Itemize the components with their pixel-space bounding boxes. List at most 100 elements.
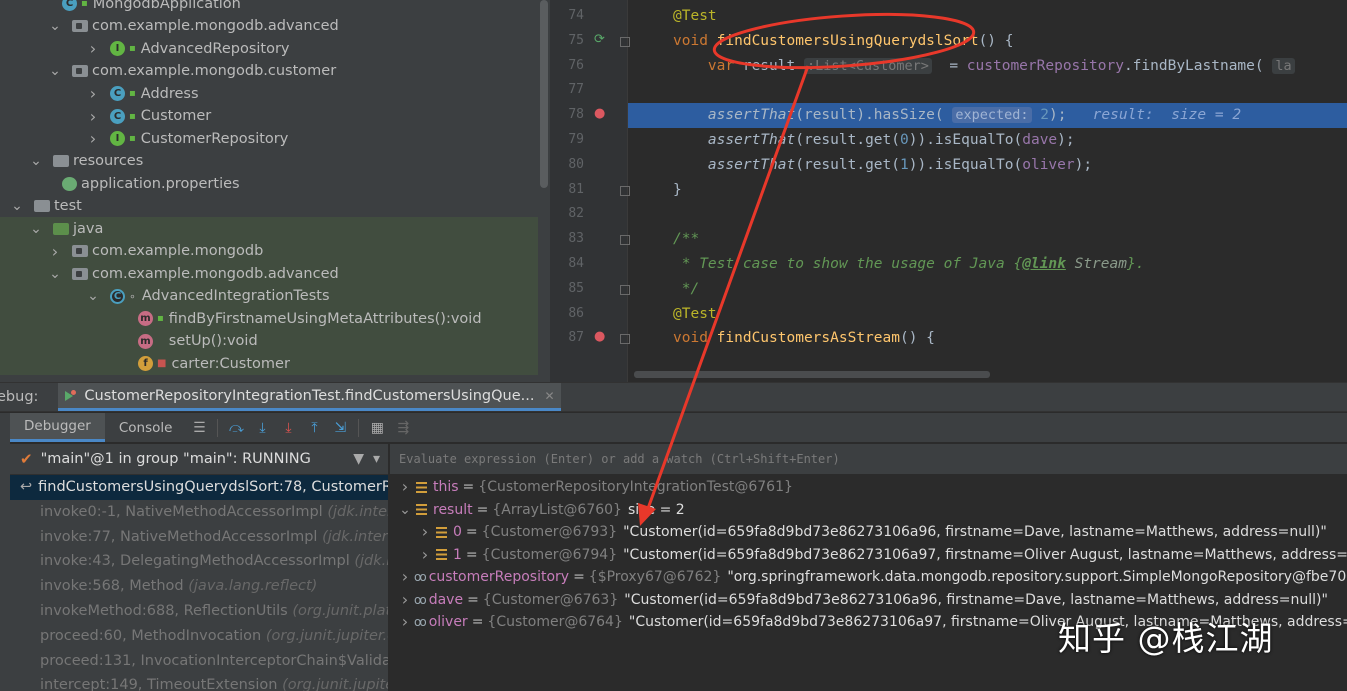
chevron-right-icon[interactable]: › xyxy=(86,84,100,103)
close-icon[interactable]: ✕ xyxy=(544,389,554,403)
line-number[interactable]: 83 xyxy=(550,227,584,252)
code-line[interactable] xyxy=(628,78,1347,103)
frame-item[interactable]: invoke0:-1, NativeMethodAccessorImpl (jd… xyxy=(10,500,388,525)
code-line[interactable]: * Test case to show the usage of Java {@… xyxy=(628,252,1347,277)
chevron-right-icon[interactable]: › xyxy=(48,242,62,261)
line-number[interactable]: 81 xyxy=(550,178,584,203)
tree-node[interactable]: ⌄ com.example.mongodb.advanced xyxy=(0,15,538,38)
frame-item[interactable]: intercept:149, TimeoutExtension (org.jun… xyxy=(10,673,388,691)
code-line[interactable] xyxy=(628,202,1347,227)
code-editor[interactable]: 74 75 76 77 78 79 80 81 82 83 84 85 86 87 ⟳ ● ● @Test voi… xyxy=(550,0,1347,382)
line-number[interactable]: 86 xyxy=(550,302,584,327)
tree-node[interactable]: ⌄ com.example.mongodb.customer xyxy=(0,60,538,83)
thread-selector[interactable]: ✔ "main"@1 in group "main": RUNNING ▼ ▾ xyxy=(10,444,388,475)
breakpoint-icon[interactable]: ● xyxy=(594,106,605,121)
force-step-into-icon[interactable]: ⤓ xyxy=(275,420,301,436)
tree-node[interactable]: ⌄ C ∘ AdvancedIntegrationTests xyxy=(0,284,538,308)
editor-horizontal-scrollbar[interactable] xyxy=(634,371,990,378)
chevron-down-icon[interactable]: ⌄ xyxy=(48,266,62,282)
code-line[interactable]: void findCustomersAsStream() { xyxy=(628,326,1347,351)
tree-node[interactable]: › C ▪ Customer xyxy=(0,105,538,128)
variable-row[interactable]: ⌄ result = {ArrayList@6760} size = 2 xyxy=(398,499,685,522)
code-line[interactable]: void findCustomersUsingQuerydslSort() { xyxy=(628,29,1347,54)
code-line[interactable]: var result :List<Customer> = customerRep… xyxy=(628,54,1347,79)
line-number[interactable]: 85 xyxy=(550,277,584,302)
line-number[interactable]: 75 xyxy=(550,29,584,54)
code-line[interactable]: } xyxy=(628,178,1347,203)
debug-session-tab[interactable]: CustomerRepositoryIntegrationTest.findCu… xyxy=(58,383,561,411)
code-line[interactable]: */ xyxy=(628,277,1347,302)
frame-item[interactable]: proceed:131, InvocationInterceptorChain$… xyxy=(10,649,388,674)
evaluate-table-icon[interactable]: ▦ xyxy=(364,420,390,436)
variable-row[interactable]: › 0 = {Customer@6793} "Customer(id=659fa8d9b… xyxy=(418,521,1327,544)
chevron-right-icon[interactable]: › xyxy=(398,476,412,499)
line-number[interactable]: 87 xyxy=(550,326,584,351)
chevron-right-icon[interactable]: › xyxy=(398,589,412,612)
chevron-right-icon[interactable]: › xyxy=(86,39,100,58)
project-tree-scrollbar[interactable] xyxy=(540,0,548,188)
tree-node[interactable]: › I ▪ AdvancedRepository xyxy=(0,37,538,60)
code-line[interactable]: @Test xyxy=(628,302,1347,327)
variable-row[interactable]: › 1 = {Customer@6794} "Customer(id=659fa8d9b… xyxy=(418,544,1347,567)
line-number[interactable]: 82 xyxy=(550,202,584,227)
line-number[interactable]: 84 xyxy=(550,252,584,277)
tree-node[interactable]: ⌄ resources xyxy=(0,150,538,173)
step-over-icon[interactable]: ⤼ xyxy=(223,420,249,436)
layout-menu-icon[interactable]: ☰ xyxy=(186,420,212,436)
frame-item[interactable]: invoke:43, DelegatingMethodAccessorImpl … xyxy=(10,549,388,574)
tree-node[interactable]: ⌄ java xyxy=(0,217,538,240)
chevron-down-icon[interactable]: ⌄ xyxy=(48,63,62,79)
chevron-down-icon[interactable]: ⌄ xyxy=(10,198,24,214)
tab-debugger[interactable]: Debugger xyxy=(10,413,105,442)
tree-node[interactable]: m▪setUp():void xyxy=(0,329,538,353)
chevron-down-icon[interactable]: ⌄ xyxy=(48,18,62,34)
frame-item[interactable]: invoke:568, Method (java.lang.reflect) xyxy=(10,574,388,599)
tree-node[interactable]: f ■ carter:Customer xyxy=(0,352,538,375)
chevron-right-icon[interactable]: › xyxy=(398,611,412,634)
code-line[interactable]: assertThat(result.get(0)).isEqualTo(dave… xyxy=(628,128,1347,153)
tab-console[interactable]: Console xyxy=(105,413,187,442)
chevron-right-icon[interactable]: › xyxy=(418,544,432,567)
code-line[interactable]: /** xyxy=(628,227,1347,252)
line-number[interactable]: 80 xyxy=(550,153,584,178)
breakpoint-icon[interactable]: ● xyxy=(594,329,605,344)
line-number[interactable]: 77 xyxy=(550,78,584,103)
chevron-right-icon[interactable]: › xyxy=(86,107,100,126)
code-line[interactable]: @Test xyxy=(628,4,1347,29)
step-into-icon[interactable]: ⤓ xyxy=(249,420,275,436)
variable-row[interactable]: › oo dave = {Customer@6763} "Customer(id=659f… xyxy=(398,589,1328,612)
chevron-down-icon[interactable]: ⌄ xyxy=(86,288,100,304)
evaluate-expression-input[interactable]: Evaluate expression (Enter) or add a wat… xyxy=(390,444,1347,475)
tree-node[interactable]: ⌄ com.example.mongodb.advanced xyxy=(0,262,538,285)
line-number[interactable]: 79 xyxy=(550,128,584,153)
tree-node[interactable]: › C ▪ Address xyxy=(0,82,538,105)
tree-node[interactable]: › I ▪ CustomerRepository xyxy=(0,127,538,150)
current-execution-line[interactable]: assertThat(result).hasSize( expected: 2)… xyxy=(628,103,1347,128)
chevron-right-icon[interactable]: › xyxy=(418,521,432,544)
run-test-gutter-icon[interactable]: ⟳ xyxy=(594,32,605,47)
chevron-down-icon[interactable]: ⌄ xyxy=(398,499,412,522)
tree-node[interactable]: m ▪ findByFirstnameUsingMetaAttributes():v… xyxy=(0,307,538,330)
tree-node[interactable]: application.properties xyxy=(0,172,538,195)
line-number[interactable]: 78 xyxy=(550,103,584,128)
frame-item[interactable]: invokeMethod:688, ReflectionUtils (org.j… xyxy=(10,599,388,624)
chevron-down-icon[interactable]: ⌄ xyxy=(29,221,43,237)
tree-node[interactable]: ⌄ test xyxy=(0,195,538,218)
line-number[interactable]: 74 xyxy=(550,4,584,29)
line-number[interactable]: 76 xyxy=(550,54,584,79)
code-line[interactable]: assertThat(result.get(1)).isEqualTo(oliv… xyxy=(628,153,1347,178)
frame-item[interactable]: proceed:60, MethodInvocation (org.junit.… xyxy=(10,624,388,649)
tree-node[interactable]: C ▪ MongodbApplication xyxy=(0,0,538,15)
variable-row[interactable]: › this = {CustomerRepositoryIntegrationTest… xyxy=(398,476,793,499)
trace-icon[interactable]: ⇶ xyxy=(390,420,416,436)
filter-icon[interactable]: ▼ ▾ xyxy=(353,451,380,467)
chevron-down-icon[interactable]: ⌄ xyxy=(29,153,43,169)
frame-item[interactable]: invoke:77, NativeMethodAccessorImpl (jdk… xyxy=(10,525,388,550)
frame-item-selected[interactable]: ↩ findCustomersUsingQuerydslSort:78, Cust… xyxy=(10,475,388,500)
run-to-cursor-icon[interactable]: ⇲ xyxy=(327,420,353,436)
tree-node[interactable]: › com.example.mongodb xyxy=(0,239,538,263)
chevron-right-icon[interactable]: › xyxy=(398,566,412,589)
step-out-icon[interactable]: ⤒ xyxy=(301,420,327,436)
chevron-right-icon[interactable]: › xyxy=(86,129,100,148)
variable-row[interactable]: › oo customerRepository = {$Proxy67@6762} "or… xyxy=(398,566,1347,589)
